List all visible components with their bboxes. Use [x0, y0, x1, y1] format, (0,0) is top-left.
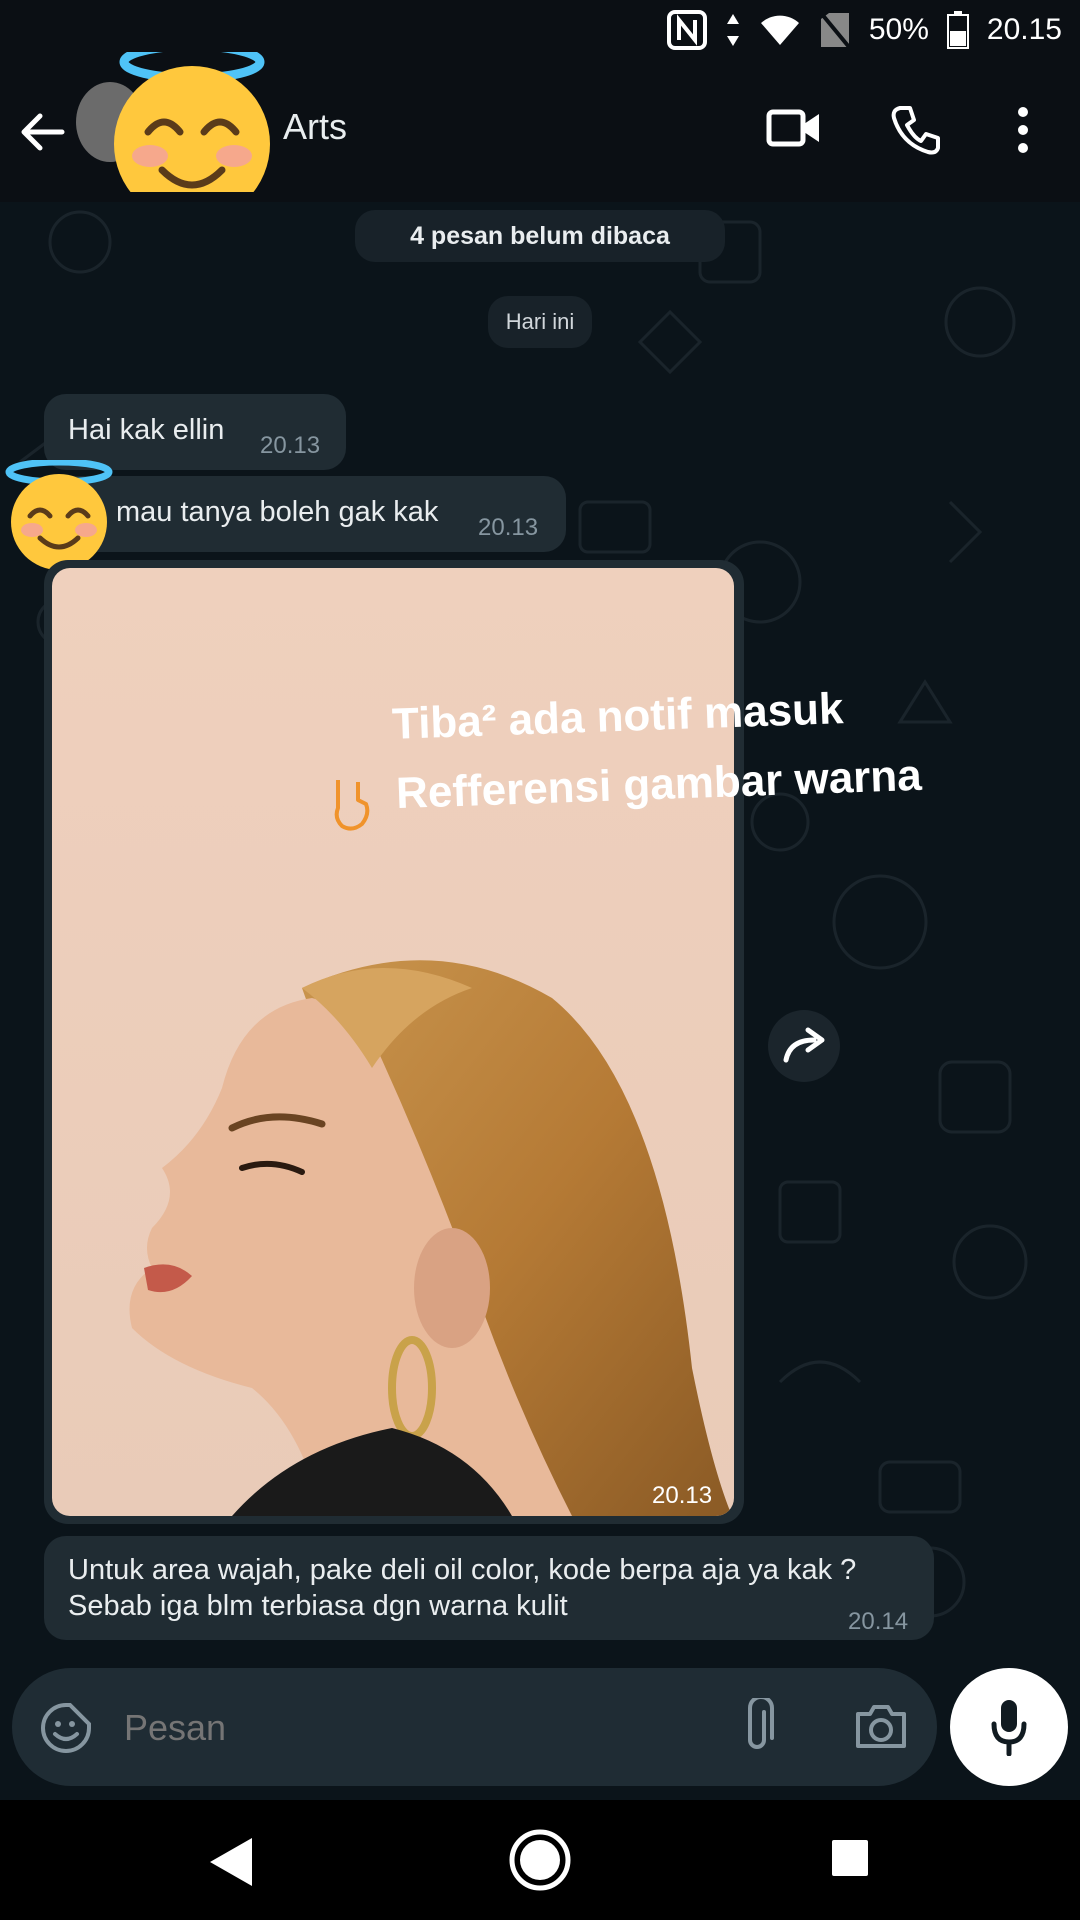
battery-percent: 50% — [868, 13, 929, 46]
message-input-bar — [12, 1668, 937, 1786]
message-text-line1: Untuk area wajah, pake deli oil color, k… — [68, 1554, 857, 1586]
battery-icon — [946, 11, 969, 49]
date-chip: Hari ini — [488, 296, 592, 348]
message-input[interactable] — [122, 1696, 726, 1760]
message-text: mau tanya boleh gak kak — [116, 496, 439, 528]
message-time: 20.14 — [848, 1608, 909, 1635]
no-sim-icon — [819, 11, 851, 49]
back-arrow-icon[interactable] — [18, 108, 66, 156]
message-time: 20.13 — [652, 1482, 713, 1509]
message-time: 20.13 — [478, 514, 539, 541]
contact-name[interactable]: Arts — [283, 106, 347, 148]
system-nav-bar — [0, 1800, 1080, 1920]
nav-back-icon[interactable] — [206, 1836, 254, 1888]
video-call-icon[interactable] — [766, 106, 822, 150]
sticker-emoji — [5, 460, 113, 570]
more-options-icon[interactable] — [1013, 106, 1033, 154]
forward-button[interactable] — [768, 1010, 840, 1082]
pointing-hand-icon — [334, 780, 370, 831]
chat-header: Arts — [0, 52, 1080, 202]
sticker-icon[interactable] — [40, 1702, 92, 1754]
message-time: 20.13 — [260, 432, 321, 459]
wifi-icon — [760, 15, 799, 45]
message-text: Hai kak ellin — [68, 414, 225, 446]
chat-area[interactable]: 4 pesan belum dibaca Hari ini Hai kak el… — [0, 202, 1080, 1672]
nav-recents-icon[interactable] — [830, 1838, 870, 1878]
message-text-line2: Sebab iga blm terbiasa dgn warna kulit — [68, 1590, 568, 1622]
clock: 20.15 — [986, 13, 1062, 46]
message-bubble[interactable]: mau tanya boleh gak kak 20.13 — [44, 476, 566, 552]
voice-message-button[interactable] — [950, 1668, 1068, 1786]
unread-messages-banner: 4 pesan belum dibaca — [355, 210, 725, 262]
attach-icon[interactable] — [740, 1698, 774, 1756]
nav-home-icon[interactable] — [508, 1828, 572, 1892]
forward-icon — [783, 1027, 825, 1063]
data-arrows-icon — [726, 14, 739, 46]
contact-avatar[interactable] — [70, 52, 280, 192]
message-bubble[interactable]: Untuk area wajah, pake deli oil color, k… — [44, 1536, 934, 1640]
message-bubble[interactable]: Hai kak ellin 20.13 — [44, 394, 346, 470]
camera-icon[interactable] — [854, 1702, 908, 1750]
microphone-icon — [991, 1700, 1027, 1756]
nfc-icon — [666, 10, 707, 50]
voice-call-icon[interactable] — [890, 104, 942, 156]
